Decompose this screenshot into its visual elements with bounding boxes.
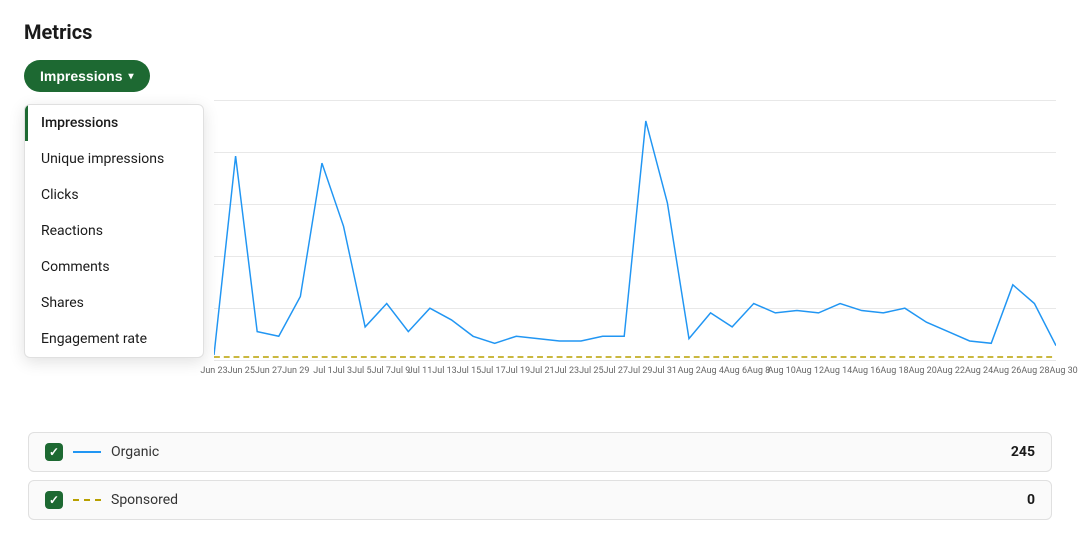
x-axis-label: Jul 5 <box>352 366 371 376</box>
x-axis-labels: Jun 23Jun 25Jun 27Jun 29Jul 1Jul 3Jul 5J… <box>214 360 1056 400</box>
dropdown-item[interactable]: Reactions <box>25 213 203 249</box>
check-icon: ✓ <box>49 493 59 507</box>
x-axis-label: Jun 29 <box>282 366 309 376</box>
x-axis-label: Aug 28 <box>1021 366 1049 376</box>
x-axis-label: Jul 1 <box>313 366 332 376</box>
x-axis-label: Aug 10 <box>768 366 796 376</box>
legend-organic: ✓ Organic 245 <box>28 432 1052 472</box>
x-axis-label: Jun 23 <box>200 366 227 376</box>
sponsored-checkbox[interactable]: ✓ <box>45 491 63 509</box>
x-axis-label: Jul 31 <box>652 366 676 376</box>
dropdown-item[interactable]: Impressions <box>25 105 203 141</box>
chevron-down-icon: ▾ <box>128 71 133 82</box>
x-axis-label: Aug 16 <box>852 366 880 376</box>
sponsored-line-icon <box>73 499 101 501</box>
x-axis-label: Aug 20 <box>909 366 937 376</box>
dropdown-item[interactable]: Clicks <box>25 177 203 213</box>
x-axis-label: Jul 3 <box>333 366 352 376</box>
x-axis-label: Jul 7 <box>372 366 391 376</box>
impressions-button[interactable]: Impressions ▾ <box>24 60 150 92</box>
impressions-button-label: Impressions <box>40 68 122 84</box>
chart-wrapper: Jun 23Jun 25Jun 27Jun 29Jul 1Jul 3Jul 5J… <box>214 100 1056 400</box>
organic-chart-line <box>214 121 1056 355</box>
x-axis-label: Aug 14 <box>824 366 852 376</box>
x-axis-label: Jul 17 <box>481 366 505 376</box>
x-axis-label: Aug 24 <box>965 366 993 376</box>
x-axis-label: Jun 25 <box>228 366 255 376</box>
x-axis-label: Aug 4 <box>701 366 724 376</box>
x-axis-label: Jul 13 <box>432 366 456 376</box>
check-icon: ✓ <box>49 445 59 459</box>
sponsored-label: Sponsored <box>111 492 1017 508</box>
x-axis-label: Jul 23 <box>555 366 579 376</box>
dropdown-item[interactable]: Unique impressions <box>25 141 203 177</box>
dropdown-item[interactable]: Comments <box>25 249 203 285</box>
x-axis-label: Jul 21 <box>530 366 554 376</box>
x-axis-label: Aug 22 <box>937 366 965 376</box>
page-title: Metrics <box>24 20 1056 44</box>
x-axis-label: Jul 25 <box>579 366 603 376</box>
dropdown-menu: ImpressionsUnique impressionsClicksReact… <box>24 104 204 358</box>
chart-svg <box>214 100 1056 360</box>
x-axis-label: Jul 29 <box>628 366 652 376</box>
x-axis-label: Aug 26 <box>993 366 1021 376</box>
x-axis-label: Jun 27 <box>255 366 282 376</box>
dropdown-item[interactable]: Engagement rate <box>25 321 203 357</box>
organic-value: 245 <box>1011 444 1035 460</box>
impressions-dropdown-wrapper: Impressions ▾ ImpressionsUnique impressi… <box>24 60 150 92</box>
legend-section: ✓ Organic 245 ✓ Sponsored 0 <box>24 432 1056 520</box>
organic-line-icon <box>73 451 101 453</box>
sponsored-value: 0 <box>1027 492 1035 508</box>
x-axis-label: Aug 18 <box>880 366 908 376</box>
x-axis-label: Aug 12 <box>796 366 824 376</box>
x-axis-label: Aug 6 <box>724 366 747 376</box>
x-axis-label: Jul 15 <box>457 366 481 376</box>
legend-sponsored: ✓ Sponsored 0 <box>28 480 1052 520</box>
x-axis-label: Jul 19 <box>506 366 530 376</box>
organic-label: Organic <box>111 444 1001 460</box>
organic-checkbox[interactable]: ✓ <box>45 443 63 461</box>
x-axis-label: Aug 30 <box>1050 366 1078 376</box>
x-axis-label: Jul 27 <box>604 366 628 376</box>
dropdown-item[interactable]: Shares <box>25 285 203 321</box>
x-axis-label: Aug 2 <box>678 366 701 376</box>
x-axis-label: Jul 11 <box>408 366 432 376</box>
